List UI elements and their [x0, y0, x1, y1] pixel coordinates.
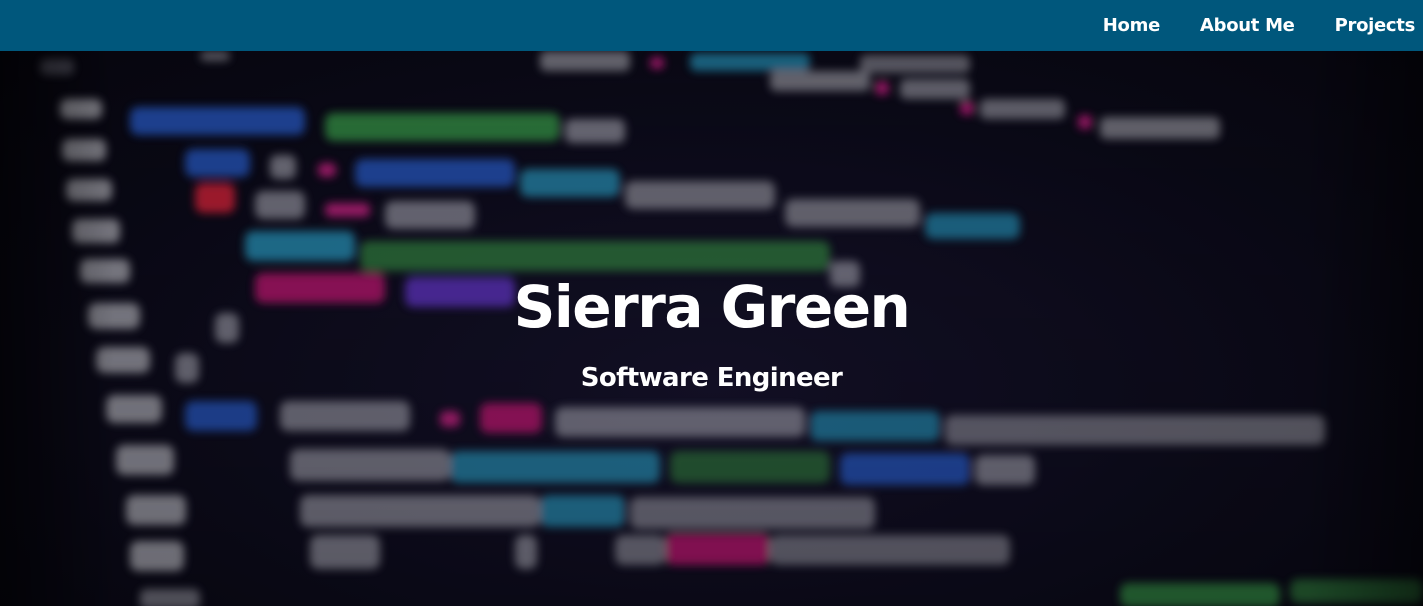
hero-name-heading: Sierra Green — [513, 273, 911, 341]
nav-links: Home About Me Projects — [1103, 0, 1416, 51]
nav-link-home[interactable]: Home — [1103, 15, 1161, 36]
hero-section: Sierra Green Software Engineer — [0, 51, 1423, 606]
hero-job-title: Software Engineer — [580, 363, 843, 393]
nav-link-about-me[interactable]: About Me — [1200, 15, 1295, 36]
nav-link-projects[interactable]: Projects — [1335, 15, 1416, 36]
top-navbar: Home About Me Projects — [0, 0, 1423, 51]
